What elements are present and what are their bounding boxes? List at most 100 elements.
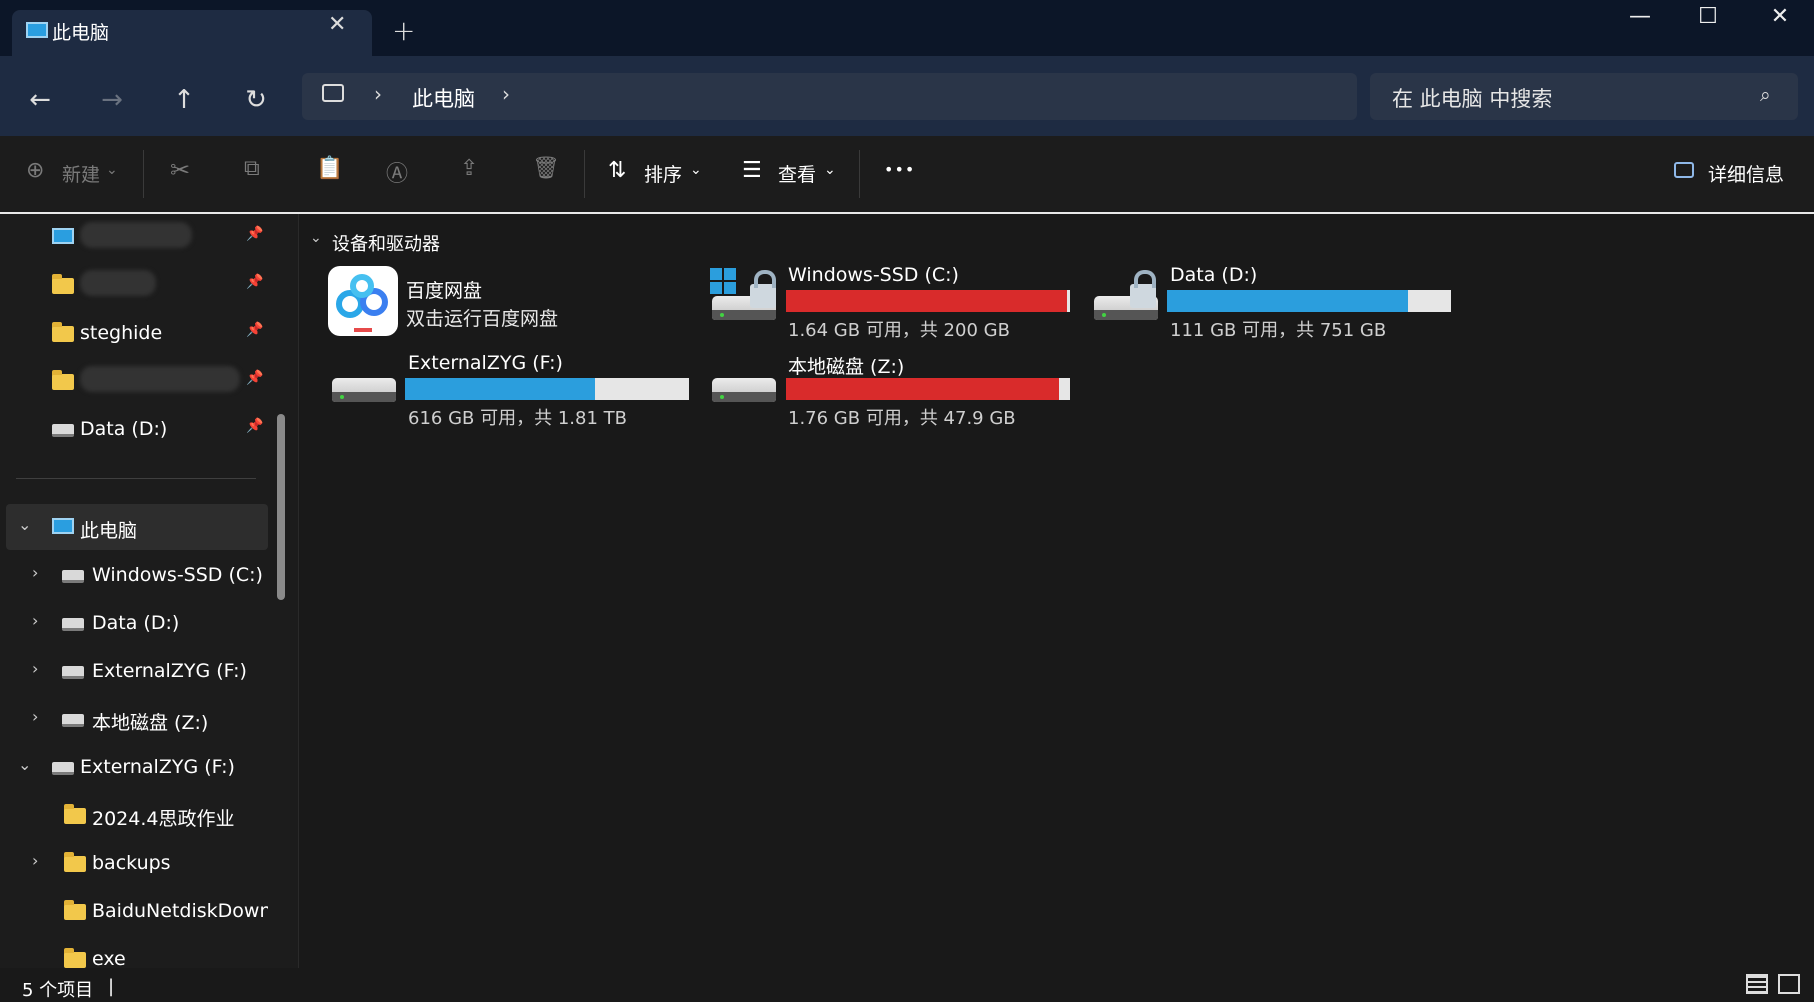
group-header-devices[interactable]: 设备和驱动器 — [332, 230, 440, 256]
sidebar-item-label: 此电脑 — [80, 520, 138, 542]
pin-icon[interactable]: 📌 — [246, 370, 263, 386]
sidebar-item-redacted-2[interactable]: 📌 — [0, 262, 270, 308]
hard-drive-icon — [332, 378, 396, 402]
plus-circle-icon: ⊕ — [26, 158, 45, 183]
more-options-button[interactable]: ••• — [884, 160, 915, 179]
chevron-right-icon[interactable]: › — [32, 659, 38, 678]
toolbar-divider — [584, 150, 585, 198]
drive-usage-bar — [405, 378, 689, 400]
sort-button[interactable]: 排序 — [644, 160, 682, 187]
sidebar-item-label: ExternalZYG (F:) — [80, 756, 235, 778]
copy-icon[interactable]: ⧉ — [244, 156, 260, 181]
bitlocker-unlocked-icon — [750, 270, 776, 308]
redacted-label — [80, 270, 156, 296]
view-icon: ☰ — [742, 158, 762, 183]
chevron-right-icon[interactable]: › — [32, 563, 38, 582]
sidebar-divider — [16, 478, 256, 479]
drive-icon — [62, 618, 84, 631]
sidebar-item-baidu-download[interactable]: BaiduNetdiskDownlo — [0, 888, 270, 934]
toolbar-divider — [859, 150, 860, 198]
back-arrow-icon[interactable]: ← — [20, 80, 60, 120]
folder-icon — [52, 274, 74, 294]
redacted-label — [80, 222, 192, 248]
close-window-button[interactable]: ✕ — [1752, 4, 1808, 36]
search-placeholder: 在 此电脑 中搜索 — [1392, 87, 1553, 111]
chevron-right-icon[interactable]: › — [32, 707, 38, 726]
delete-icon[interactable]: 🗑 — [532, 156, 560, 181]
chevron-right-icon[interactable]: › — [32, 851, 38, 870]
breadcrumb-this-pc[interactable]: 此电脑 — [412, 83, 475, 113]
share-icon[interactable]: ⇪ — [460, 156, 478, 181]
drive-usage-fill — [786, 290, 1068, 312]
details-button[interactable]: 详细信息 — [1708, 160, 1784, 187]
pin-icon[interactable]: 📌 — [246, 418, 263, 434]
drive-usage-fill — [786, 378, 1059, 400]
refresh-icon[interactable]: ↻ — [236, 80, 276, 120]
sort-icon: ⇅ — [608, 158, 627, 183]
new-button[interactable]: 新建 — [62, 160, 100, 187]
view-button[interactable]: 查看 — [778, 160, 816, 187]
sidebar-item-label: Data (D:) — [80, 418, 168, 440]
sidebar-item-this-pc[interactable]: ⌄ 此电脑 — [0, 504, 270, 550]
chevron-down-icon: ⌄ — [690, 162, 702, 178]
drive-usage-fill — [405, 378, 596, 400]
chevron-right-icon[interactable]: › — [32, 611, 38, 630]
chevron-down-icon[interactable]: ⌄ — [310, 230, 322, 246]
sidebar-item-label: 本地磁盘 (Z:) — [92, 712, 209, 734]
drive-icon — [62, 714, 84, 727]
sidebar-item-local-z[interactable]: › 本地磁盘 (Z:) — [0, 696, 270, 742]
sidebar-item-steghide[interactable]: steghide 📌 — [0, 310, 270, 356]
sidebar-item-label: backups — [92, 852, 171, 874]
sidebar-item-external-f[interactable]: › ExternalZYG (F:) — [0, 648, 270, 694]
rename-icon[interactable]: Ⓐ — [386, 156, 408, 188]
minimize-button[interactable]: — — [1612, 4, 1668, 36]
sidebar-item-label: Windows-SSD (C:) — [92, 564, 263, 586]
search-icon[interactable]: ⌕ — [1760, 84, 1771, 106]
sidebar-item-label: ExternalZYG (F:) — [92, 660, 247, 682]
drive-free-space: 1.76 GB 可用，共 47.9 GB — [788, 408, 1016, 429]
details-pane-icon — [1674, 162, 1694, 178]
app-name: 百度网盘 — [406, 280, 483, 302]
drive-icon — [52, 424, 74, 437]
sidebar-item-label: 2024.4思政作业 — [92, 808, 235, 830]
sidebar-item-label: BaiduNetdiskDownlo — [92, 900, 268, 922]
drive-name: 本地磁盘 (Z:) — [788, 356, 905, 378]
sidebar-item-redacted-3[interactable]: 📌 — [0, 358, 270, 404]
pin-icon[interactable]: 📌 — [246, 226, 263, 242]
details-view-icon[interactable] — [1746, 974, 1768, 994]
sidebar-item-data-d[interactable]: Data (D:) 📌 — [0, 406, 270, 452]
pin-icon[interactable]: 📌 — [246, 274, 263, 290]
item-count: 5 个项目 — [22, 980, 94, 1001]
sidebar-item-folder[interactable]: 2024.4思政作业 — [0, 792, 270, 838]
sidebar-item-redacted-1[interactable]: 📌 — [0, 214, 270, 260]
paste-icon[interactable]: 📋 — [316, 156, 343, 181]
drive-usage-bar — [786, 378, 1070, 400]
app-description: 双击运行百度网盘 — [406, 308, 559, 330]
breadcrumb-chevron-icon[interactable]: › — [374, 82, 382, 106]
pin-icon[interactable]: 📌 — [246, 322, 263, 338]
large-icons-view-icon[interactable] — [1778, 974, 1800, 994]
sidebar-scrollbar[interactable] — [277, 414, 285, 600]
chevron-down-icon: ⌄ — [106, 162, 118, 178]
sidebar-item-data-d[interactable]: › Data (D:) — [0, 600, 270, 646]
drive-name: ExternalZYG (F:) — [408, 352, 563, 374]
up-arrow-icon[interactable]: ↑ — [164, 80, 204, 120]
sidebar-item-exe[interactable]: exe — [0, 936, 270, 968]
cut-icon[interactable]: ✂ — [170, 156, 190, 184]
sidebar-item-external-f-expanded[interactable]: ⌄ ExternalZYG (F:) — [0, 744, 270, 790]
chevron-down-icon[interactable]: ⌄ — [18, 755, 31, 774]
maximize-button[interactable]: ☐ — [1680, 4, 1736, 36]
tab-close-icon[interactable]: ✕ — [328, 12, 346, 37]
drive-icon — [52, 762, 74, 775]
folder-icon — [64, 852, 86, 872]
folder-icon — [52, 370, 74, 390]
chevron-down-icon[interactable]: ⌄ — [18, 515, 31, 534]
sidebar-item-windows-ssd[interactable]: › Windows-SSD (C:) — [0, 552, 270, 598]
breadcrumb-chevron-icon[interactable]: › — [502, 82, 510, 106]
sidebar-item-backups[interactable]: › backups — [0, 840, 270, 886]
folder-icon — [52, 322, 74, 342]
forward-arrow-icon[interactable]: → — [92, 80, 132, 120]
status-bar — [0, 968, 1814, 1002]
new-tab-button[interactable]: + — [392, 14, 415, 47]
drive-free-space: 111 GB 可用，共 751 GB — [1170, 320, 1387, 341]
